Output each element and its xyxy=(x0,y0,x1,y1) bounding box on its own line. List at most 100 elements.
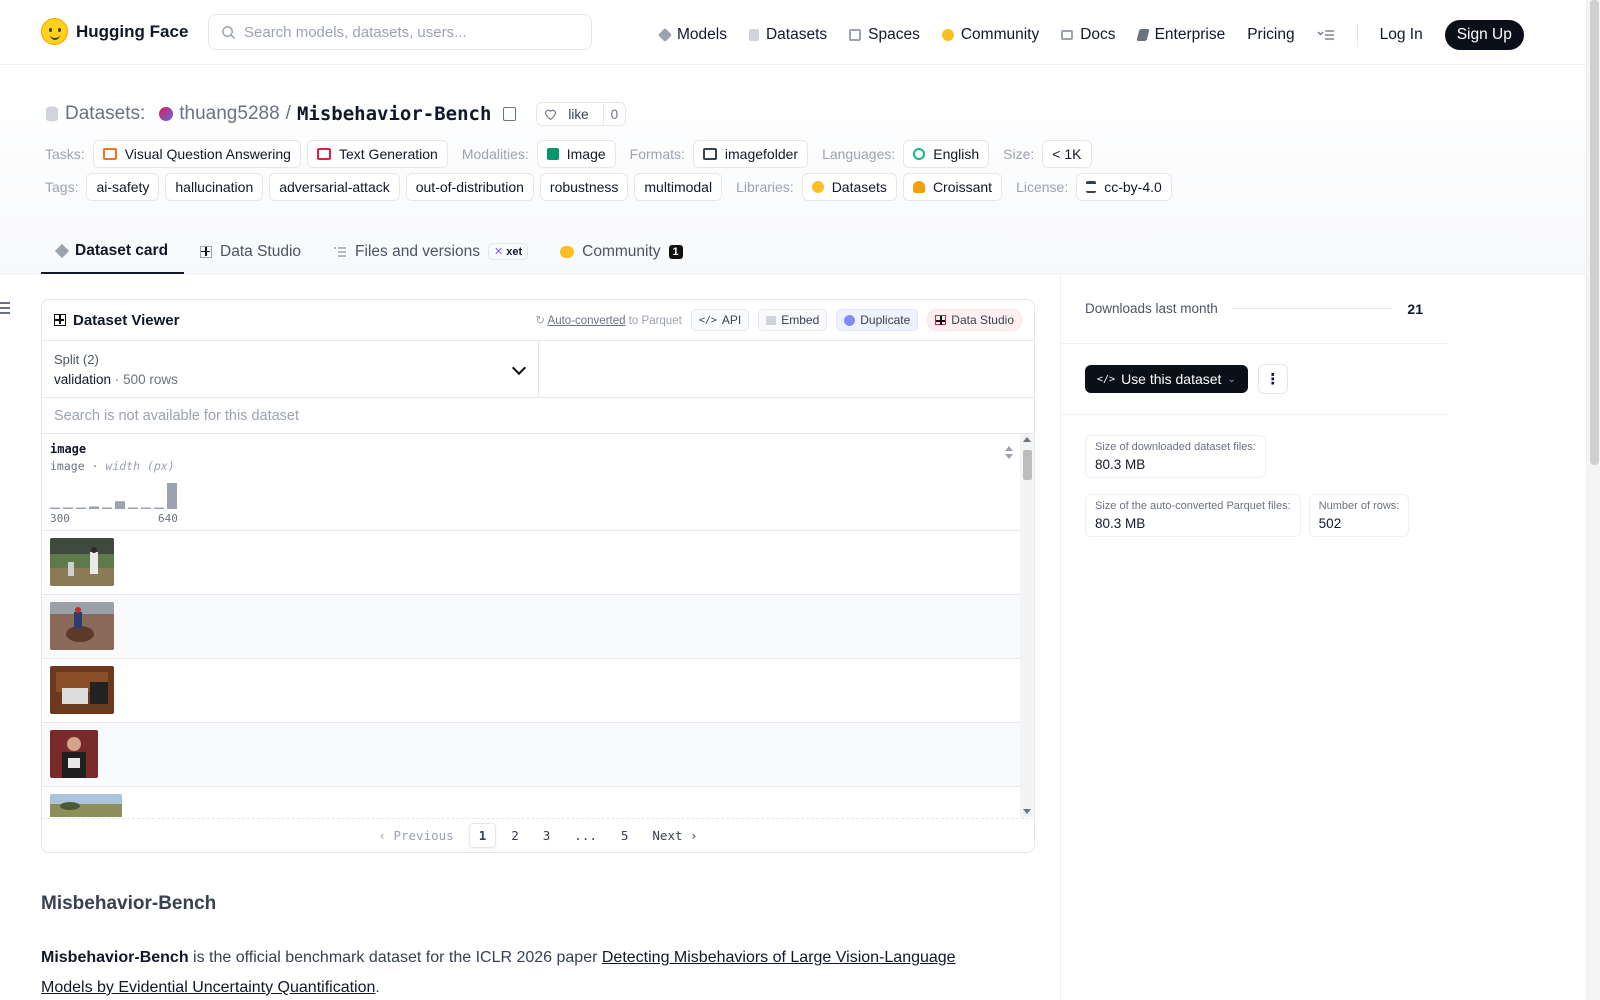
histogram-bar[interactable] xyxy=(102,507,112,510)
table-scrollbar[interactable] xyxy=(1020,434,1034,817)
sidebar-toggle-icon[interactable] xyxy=(0,302,10,314)
files-icon xyxy=(334,246,347,257)
page-button[interactable]: 1 xyxy=(468,823,497,848)
dataset-name[interactable]: Misbehavior-Bench xyxy=(297,103,491,125)
previous-page-button[interactable]: ‹ Previous xyxy=(369,824,462,847)
auto-converted-link[interactable]: Auto-converted xyxy=(548,315,626,327)
owner-link[interactable]: thuang5288 xyxy=(179,103,279,125)
histogram-bar[interactable] xyxy=(141,507,151,510)
table-row[interactable] xyxy=(42,659,1021,723)
more-menu-button[interactable] xyxy=(1317,29,1335,41)
histogram-bar[interactable] xyxy=(167,483,177,509)
data-studio-button[interactable]: Data Studio xyxy=(927,309,1022,331)
language-chip-english[interactable]: English xyxy=(903,140,990,168)
use-this-dataset-button[interactable]: </> Use this dataset ⌄ xyxy=(1085,365,1248,393)
nav-models[interactable]: Models xyxy=(657,26,727,44)
main-nav: Models Datasets Spaces Community Docs En… xyxy=(657,20,1524,50)
task-chip-text-generation[interactable]: Text Generation xyxy=(306,140,448,168)
nav-enterprise-label: Enterprise xyxy=(1154,26,1226,43)
like-button[interactable]: like 0 xyxy=(536,102,627,126)
split-value: validation · 500 rows xyxy=(54,372,526,387)
library-chip-croissant[interactable]: Croissant xyxy=(902,173,1003,201)
nav-spaces[interactable]: Spaces xyxy=(849,26,920,44)
viewer-search-input[interactable] xyxy=(54,407,954,424)
page-scrollbar[interactable] xyxy=(1586,0,1600,1000)
page-button[interactable]: 3 xyxy=(534,824,560,847)
modality-chip-image[interactable]: Image xyxy=(536,140,616,168)
tag-chip[interactable]: multimodal xyxy=(634,173,723,201)
global-search[interactable] xyxy=(208,14,592,50)
horse-rider-image-thumbnail[interactable] xyxy=(50,602,114,650)
login-link[interactable]: Log In xyxy=(1380,26,1423,44)
scroll-up-arrow-icon[interactable] xyxy=(1023,437,1031,442)
tab-dataset-card[interactable]: Dataset card xyxy=(41,229,185,274)
search-input[interactable] xyxy=(244,23,564,41)
page-button[interactable]: 2 xyxy=(502,824,528,847)
brand-logo[interactable]: Hugging Face xyxy=(41,18,188,45)
page-ellipsis: ... xyxy=(574,828,597,843)
tag-chip[interactable]: adversarial-attack xyxy=(269,173,400,201)
person-image-thumbnail[interactable] xyxy=(50,730,98,778)
page-scrollbar-thumb[interactable] xyxy=(1590,0,1599,465)
stat-label: Number of rows: xyxy=(1318,500,1400,512)
tag-chip[interactable]: out-of-distribution xyxy=(405,173,534,201)
tag-chip[interactable]: ai-safety xyxy=(86,173,160,201)
split-selector[interactable]: Split (2) validation · 500 rows xyxy=(42,341,539,397)
tag-chip[interactable]: robustness xyxy=(539,173,629,201)
histogram-bar[interactable] xyxy=(154,507,164,510)
size-chip[interactable]: < 1K xyxy=(1042,140,1092,168)
table-row[interactable] xyxy=(42,723,1021,787)
copy-icon[interactable] xyxy=(503,107,517,121)
nav-pricing[interactable]: Pricing xyxy=(1247,26,1294,44)
table-scrollbar-thumb[interactable] xyxy=(1023,450,1032,480)
sort-icon[interactable] xyxy=(1005,446,1013,460)
histogram-bar[interactable] xyxy=(128,507,138,510)
api-button[interactable]: </> API xyxy=(690,309,750,331)
table-row[interactable] xyxy=(42,531,1021,595)
column-header-image[interactable]: image image · width (px) 300 640 xyxy=(42,434,1021,531)
nav-docs[interactable]: Docs xyxy=(1061,26,1116,44)
histogram-bar[interactable] xyxy=(115,501,125,509)
spaces-grid-icon xyxy=(849,29,862,41)
tasks-label: Tasks: xyxy=(45,146,85,162)
baseball-image-thumbnail[interactable] xyxy=(50,538,114,586)
code-icon: </> xyxy=(698,314,717,326)
datasets-crumb[interactable]: Datasets: xyxy=(65,103,145,125)
tag-chip[interactable]: hallucination xyxy=(165,173,264,201)
signup-button[interactable]: Sign Up xyxy=(1444,20,1524,50)
heart-icon xyxy=(545,109,557,120)
nav-datasets[interactable]: Datasets xyxy=(748,26,827,44)
table-row[interactable] xyxy=(42,787,1021,817)
embed-button[interactable]: Embed xyxy=(758,309,828,331)
more-options-button[interactable]: ⋮ xyxy=(1257,364,1288,394)
brand-name: Hugging Face xyxy=(76,21,189,41)
width-histogram[interactable] xyxy=(50,482,180,510)
laptop-desk-image-thumbnail[interactable] xyxy=(50,666,114,714)
histogram-bar[interactable] xyxy=(63,507,73,510)
split-dot: · xyxy=(114,372,124,387)
readme-heading: Misbehavior-Bench xyxy=(41,893,217,914)
landscape-image-thumbnail[interactable] xyxy=(50,794,122,817)
xet-label: xet xyxy=(506,246,523,258)
next-page-button[interactable]: Next › xyxy=(643,824,706,847)
license-chip[interactable]: cc-by-4.0 xyxy=(1076,173,1172,201)
histogram-bar[interactable] xyxy=(76,507,86,510)
tab-files-and-versions[interactable]: Files and versions ✕ xet xyxy=(317,229,544,274)
scroll-down-arrow-icon[interactable] xyxy=(1023,809,1031,814)
duplicate-icon xyxy=(844,314,856,326)
tab-community[interactable]: Community 1 xyxy=(544,229,699,274)
duplicate-button[interactable]: Duplicate xyxy=(836,309,919,331)
hands-icon xyxy=(560,245,575,258)
task-chip-vqa[interactable]: Visual Question Answering xyxy=(92,140,301,168)
tab-data-studio[interactable]: Data Studio xyxy=(184,229,317,274)
library-chip-datasets[interactable]: Datasets xyxy=(801,173,897,201)
nav-community[interactable]: Community xyxy=(941,26,1039,44)
histogram-bar[interactable] xyxy=(50,507,60,510)
auto-converted-note[interactable]: ↻ Auto-converted to Parquet xyxy=(535,313,681,327)
nav-enterprise[interactable]: Enterprise xyxy=(1135,26,1226,44)
page-button[interactable]: 5 xyxy=(612,824,638,847)
viewer-search[interactable] xyxy=(42,398,1034,434)
format-chip-imagefolder[interactable]: imagefolder xyxy=(692,140,809,168)
histogram-bar[interactable] xyxy=(89,506,99,509)
table-row[interactable] xyxy=(42,595,1021,659)
